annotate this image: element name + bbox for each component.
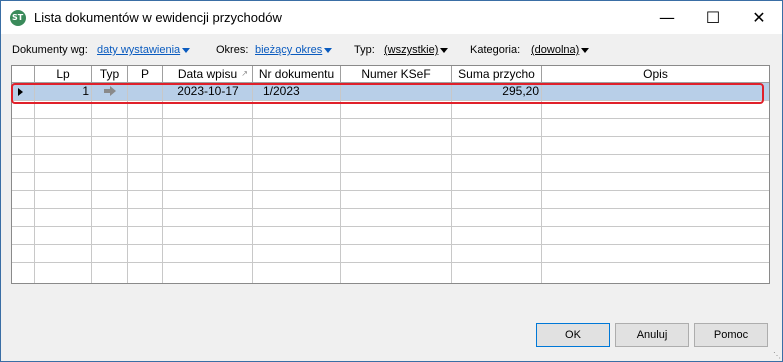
typ-label: Typ:: [354, 44, 375, 56]
minimize-button[interactable]: —: [644, 1, 690, 34]
sort-ascending-icon: ↗: [241, 69, 248, 78]
app-logo-text: ST: [12, 13, 24, 22]
column-divider: [252, 83, 253, 283]
dokumenty-label: Dokumenty wg:: [12, 44, 88, 56]
cell-data-wpisu: 2023-10-17: [177, 84, 239, 98]
maximize-button[interactable]: ☐: [690, 1, 736, 34]
header-opis[interactable]: Opis: [542, 66, 769, 82]
column-divider: [34, 83, 35, 283]
okres-dropdown[interactable]: bieżący okres: [255, 44, 333, 56]
help-button[interactable]: Pomoc: [694, 323, 768, 347]
grid-header: Lp Typ P Data wpisu ↗ Nr dokumentu Numer …: [12, 66, 769, 83]
window-title: Lista dokumentów w ewidencji przychodów: [34, 10, 282, 25]
chevron-down-icon: [581, 47, 590, 53]
cell-numer-ksef: [341, 83, 452, 100]
cell-p: [128, 83, 163, 100]
row-divider: [12, 262, 769, 263]
chevron-down-icon: [440, 47, 449, 53]
row-divider: [12, 136, 769, 137]
resize-grip-icon[interactable]: ⋱: [773, 351, 781, 360]
arrow-right-icon: [104, 86, 116, 96]
minimize-icon: —: [659, 8, 675, 27]
header-p[interactable]: P: [128, 66, 163, 82]
chevron-down-icon: [182, 47, 191, 53]
row-divider: [12, 100, 769, 101]
header-lp[interactable]: Lp: [35, 66, 92, 82]
title-bar[interactable]: ST Lista dokumentów w ewidencji przychod…: [1, 1, 782, 34]
dokumenty-dropdown[interactable]: daty wystawienia: [97, 44, 191, 56]
header-data-wpisu-label: Data wpisu: [177, 67, 238, 81]
kategoria-label: Kategoria:: [470, 44, 521, 56]
column-divider: [91, 83, 92, 283]
cell-suma-przychodu: 295,20: [502, 84, 539, 98]
dokumenty-value: daty wystawienia: [97, 44, 181, 56]
typ-dropdown[interactable]: (wszystkie): [384, 44, 449, 56]
ok-button[interactable]: OK: [536, 323, 610, 347]
close-icon: ✕: [752, 8, 766, 27]
okres-label: Okres:: [216, 44, 249, 56]
column-divider: [340, 83, 341, 283]
cell-opis: [542, 83, 769, 100]
row-divider: [12, 244, 769, 245]
close-button[interactable]: ✕: [736, 1, 782, 34]
okres-value: bieżący okres: [255, 44, 323, 56]
column-divider: [451, 83, 452, 283]
grid-body: 1 2023-10-17 1/2023 295,20: [12, 83, 769, 283]
kategoria-value: (dowolna): [531, 44, 580, 56]
app-logo-icon: ST: [10, 10, 26, 26]
header-indicator: [12, 66, 35, 82]
header-numer-ksef[interactable]: Numer KSeF: [341, 66, 452, 82]
row-divider: [12, 118, 769, 119]
filter-bar: Dokumenty wg: daty wystawienia Okres: bi…: [1, 34, 782, 62]
cancel-button[interactable]: Anuluj: [615, 323, 689, 347]
row-divider: [12, 172, 769, 173]
cell-nr-dokumentu: 1/2023: [263, 84, 300, 98]
cell-lp: 1: [82, 84, 89, 98]
header-data-wpisu[interactable]: Data wpisu ↗: [163, 66, 253, 82]
header-nr-dokumentu[interactable]: Nr dokumentu: [253, 66, 341, 82]
maximize-icon: ☐: [705, 8, 721, 27]
column-divider: [541, 83, 542, 283]
chevron-down-icon: [324, 47, 333, 53]
typ-value: (wszystkie): [384, 44, 439, 56]
column-divider: [162, 83, 163, 283]
header-typ[interactable]: Typ: [92, 66, 128, 82]
kategoria-dropdown[interactable]: (dowolna): [531, 44, 590, 56]
header-suma-przychodu[interactable]: Suma przycho: [452, 66, 542, 82]
row-divider: [12, 208, 769, 209]
row-pointer-icon: [18, 88, 23, 96]
row-divider: [12, 190, 769, 191]
row-divider: [12, 154, 769, 155]
row-divider: [12, 226, 769, 227]
column-divider: [127, 83, 128, 283]
documents-grid[interactable]: Lp Typ P Data wpisu ↗ Nr dokumentu Numer …: [11, 65, 770, 284]
